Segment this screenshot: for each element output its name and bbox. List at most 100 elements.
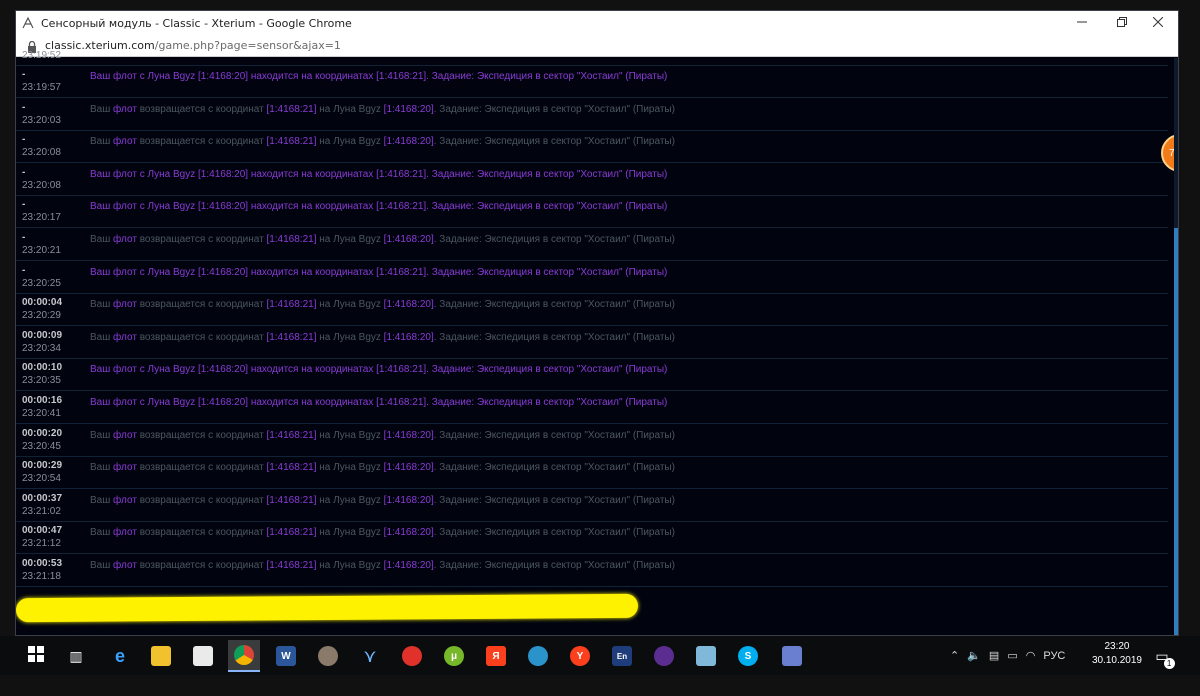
message-text: возвращается с координат (136, 299, 267, 311)
store-button[interactable] (187, 640, 219, 672)
coordinates-link[interactable]: [1:4168:20] (384, 527, 434, 538)
app4-icon (654, 646, 674, 666)
scrollbar[interactable] (1174, 58, 1178, 635)
minimize-icon (1077, 16, 1087, 30)
message-text: Ваш (90, 527, 114, 539)
coordinates-link[interactable]: [1:4168:20] (384, 104, 434, 115)
close-button[interactable] (1138, 11, 1178, 35)
en-button[interactable]: En (606, 640, 638, 672)
row-time: 23:20:54 (22, 473, 61, 485)
app4-button[interactable] (648, 640, 680, 672)
row-countdown: 00:00:16 (22, 395, 63, 406)
coordinates-link[interactable]: [1:4168:21] (266, 527, 316, 538)
explorer-button[interactable] (145, 640, 177, 672)
word-button[interactable]: W (270, 640, 302, 672)
row-time: 23:20:34 (22, 342, 61, 354)
coordinates-link[interactable]: [1:4168:21] (266, 495, 316, 506)
app2-button[interactable]: ⋎ (354, 640, 386, 672)
message-text: . Задание: Экспедиция в сектор "Хостаил"… (433, 103, 675, 115)
task-view-icon: ▥ (69, 647, 83, 664)
fleet-link[interactable]: флот (113, 299, 137, 310)
log-row: 00:00:09 23:20:34 Ваш флот возвращается с … (16, 327, 1168, 359)
notifications-button[interactable]: ▭ 1 (1146, 640, 1178, 672)
message-text: на Луна Bgyz (316, 527, 384, 539)
coordinates-link[interactable]: [1:4168:20] (384, 560, 434, 571)
fleet-link[interactable]: флот (113, 495, 137, 506)
coordinates-link[interactable]: [1:4168:21] (266, 462, 316, 473)
fleet-link[interactable]: флот (113, 527, 137, 538)
row-time: 23:20:35 (22, 375, 61, 387)
monitor-icon[interactable]: ▤ (989, 649, 999, 662)
edge-button[interactable]: e (104, 640, 136, 672)
minimize-button[interactable] (1062, 11, 1102, 35)
coordinates-link[interactable]: [1:4168:21] (266, 560, 316, 571)
coordinates-link[interactable]: [1:4168:21] (266, 299, 316, 310)
chevron-up-icon[interactable]: ⌃ (950, 649, 959, 662)
coordinates-link[interactable]: [1:4168:20] (384, 495, 434, 506)
log-row: 00:00:37 23:21:02 Ваш флот возвращается с … (16, 490, 1168, 522)
fleet-link[interactable]: флот (113, 332, 137, 343)
wifi-icon[interactable]: ◠ (1026, 649, 1036, 662)
message-text: возвращается с координат (136, 429, 267, 441)
coordinates-link[interactable]: [1:4168:20] (384, 136, 434, 147)
row-countdown: 00:00:10 (22, 362, 63, 374)
message-text: возвращается с координат (136, 494, 267, 506)
redaction-scribble (16, 593, 639, 623)
coordinates-link[interactable]: [1:4168:21] (266, 104, 316, 115)
app3-button[interactable] (522, 640, 554, 672)
coordinates-link[interactable]: [1:4168:20] (384, 430, 434, 441)
volume-icon[interactable]: 🔈 (967, 649, 981, 662)
app-button[interactable] (312, 640, 344, 672)
coordinates-link[interactable]: [1:4168:20] (384, 462, 434, 473)
skype-button[interactable]: S (732, 640, 764, 672)
message-text: на Луна Bgyz (316, 429, 384, 441)
message-text: на Луна Bgyz (316, 560, 384, 571)
fleet-link[interactable]: флот (113, 560, 137, 571)
language-indicator[interactable]: РУС (1043, 650, 1065, 662)
coordinates-link[interactable]: [1:4168:20] (384, 299, 434, 310)
fleet-link[interactable]: флот (113, 462, 137, 473)
yandex-button[interactable]: Я (480, 640, 512, 672)
fleet-return-message: Ваш флот возвращается с координат [1:416… (90, 104, 675, 115)
row-countdown: 00:00:20 (22, 427, 63, 439)
row-time: 23:20:45 (22, 440, 61, 452)
chrome-button[interactable] (228, 640, 260, 672)
clock[interactable]: 23:20 30.10.2019 (1092, 640, 1142, 668)
message-text: . Задание: Экспедиция в сектор "Хостаил"… (433, 331, 675, 343)
fleet-arrival-message: Ваш флот с Луна Bgyz [1:4168:20] находит… (90, 364, 668, 376)
fleet-link[interactable]: флот (113, 136, 137, 147)
message-text: . Задание: Экспедиция в сектор "Хостаил"… (433, 234, 675, 245)
opera-button[interactable] (396, 640, 428, 672)
fleet-link[interactable]: флот (113, 430, 137, 441)
fleet-return-message: Ваш флот возвращается с координат [1:416… (90, 332, 675, 343)
yandex-browser-button[interactable]: Y (564, 640, 596, 672)
task-view-button[interactable]: ▥ (60, 640, 92, 672)
fleet-link[interactable]: флот (113, 234, 137, 245)
coordinates-link[interactable]: [1:4168:21] (266, 234, 316, 245)
opera-icon (402, 646, 422, 666)
log-row: 00:00:04 23:20:29 Ваш флот возвращается с … (16, 294, 1168, 327)
fleet-arrival-message: Ваш флот с Луна Bgyz [1:4168:20] находит… (90, 397, 668, 408)
row-time: 23:21:12 (22, 538, 61, 550)
coordinates-link[interactable]: [1:4168:21] (266, 430, 316, 441)
row-countdown: 00:00:47 (22, 525, 63, 537)
system-tray: ⌃ 🔈 ▤ ▭ ◠ РУС (950, 636, 1065, 675)
fleet-arrival-message: Ваш флот с Луна Bgyz [1:4168:20] находит… (90, 71, 668, 82)
coordinates-link[interactable]: [1:4168:21] (266, 136, 316, 147)
word-icon: W (276, 646, 296, 666)
coordinates-link[interactable]: [1:4168:20] (384, 234, 434, 245)
row-countdown: 00:00:53 (22, 558, 63, 569)
battery-icon[interactable]: ▭ (1007, 649, 1017, 662)
scrollbar-thumb[interactable] (1174, 228, 1178, 635)
row-time: 23:19:57 (22, 82, 61, 93)
start-button[interactable] (20, 640, 52, 672)
taskbar: ▥ e W ⋎ μ Я Y En S ⌃ 🔈 ▤ ▭ ◠ РУС 23:20 3… (0, 636, 1200, 675)
notification-count: 1 (1163, 657, 1175, 669)
fleet-link[interactable]: флот (113, 104, 137, 115)
utorrent-button[interactable]: μ (438, 640, 470, 672)
app6-button[interactable] (776, 640, 808, 672)
coordinates-link[interactable]: [1:4168:21] (266, 332, 316, 343)
restore-button[interactable] (1102, 11, 1142, 35)
app5-button[interactable] (690, 640, 722, 672)
coordinates-link[interactable]: [1:4168:20] (384, 332, 434, 343)
